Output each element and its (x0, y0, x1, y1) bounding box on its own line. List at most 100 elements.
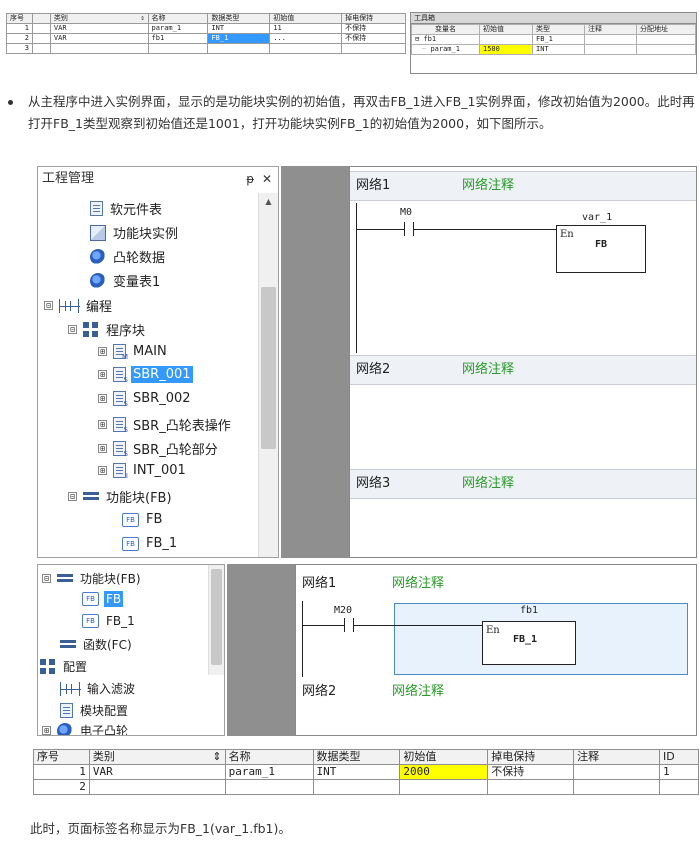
tree-item-input-filter[interactable]: 输入滤波 (60, 679, 137, 698)
tree-item-main[interactable]: ⊞ M MAIN (98, 343, 169, 361)
scroll-up-icon[interactable]: ▲ (259, 197, 278, 206)
tree-item-module-config[interactable]: 模块配置 (60, 701, 130, 720)
col-header-category[interactable]: 类别 ⇕ (49, 13, 149, 24)
tree-item-sbr-cam-table[interactable]: ⊞ S SBR_凸轮表操作 (98, 414, 233, 435)
tree-item-functions[interactable]: 函数(FC) (60, 635, 134, 654)
cell-type[interactable]: INT (312, 764, 401, 780)
tree-item-fb[interactable]: FB FB (82, 591, 124, 607)
col-header-init[interactable]: 初始值 (269, 13, 343, 24)
tree-item-program-blocks[interactable]: ⊟ 程序块 (68, 319, 147, 340)
collapse-icon[interactable]: ⊟ (68, 492, 77, 501)
function-block[interactable]: En FB (556, 225, 646, 273)
col-header-type[interactable]: 数据类型 (312, 749, 401, 765)
table-row[interactable]: 2 (33, 779, 699, 795)
cell-init-highlighted[interactable]: 2000 (399, 764, 489, 780)
scroll-thumb[interactable] (261, 287, 276, 449)
scroll-thumb[interactable] (211, 569, 222, 665)
network-header-3[interactable]: 网络3 网络注释 (350, 469, 696, 499)
expand-icon[interactable]: ⊞ (98, 466, 107, 475)
col-header-no[interactable]: 序号 (6, 13, 33, 24)
normally-open-contact[interactable] (344, 618, 354, 632)
col-header-type[interactable]: 数据类型 (207, 13, 271, 24)
tree-item-config[interactable]: 配置 (40, 657, 89, 676)
sort-icon[interactable]: ⇕ (212, 751, 221, 764)
cell-category[interactable]: VAR (88, 764, 226, 780)
col-header-id[interactable]: ID (659, 749, 699, 765)
function-block[interactable]: En FB_1 (482, 621, 576, 665)
col-header-init[interactable]: 初始值 (479, 24, 533, 35)
expand-icon[interactable]: ⊞ (98, 347, 107, 356)
cell-init[interactable]: ... (269, 33, 343, 44)
table-row[interactable]: ⊟ fb1 FB_1 (411, 34, 696, 45)
cell-retain[interactable]: 不保持 (341, 23, 406, 34)
expand-icon[interactable]: ⊞ (98, 370, 107, 379)
cell-type-selected[interactable]: FB_1 (207, 33, 271, 44)
cell-type[interactable]: INT (207, 23, 271, 34)
tree-item-sbr-cam-part[interactable]: ⊞ S SBR_凸轮部分 (98, 438, 220, 459)
tree-scrollbar[interactable] (208, 565, 224, 675)
tree-item-sbr-001[interactable]: ⊞ S SBR_001 (98, 366, 193, 384)
expand-icon[interactable]: ⊞ (98, 444, 107, 453)
tree-item-device-table[interactable]: 软元件表 (90, 198, 164, 219)
cell-retain[interactable]: 不保持 (487, 764, 575, 780)
col-header-name[interactable]: 名称 (147, 13, 209, 24)
cell-init[interactable] (479, 34, 533, 45)
network-header-2[interactable]: 网络2 网络注释 (350, 355, 696, 385)
col-header-retain[interactable]: 掉电保持 (341, 13, 406, 24)
col-header-init[interactable]: 初始值 (399, 749, 489, 765)
tree-item-fb[interactable]: FB FB (122, 511, 164, 528)
ladder-editor-2[interactable]: 网络1 网络注释 M20 fb1 En FB_1 网络2 网络注释 (295, 564, 697, 736)
col-header-retain[interactable]: 掉电保持 (487, 749, 575, 765)
col-header-comment[interactable]: 注释 (573, 749, 660, 765)
network-header-2[interactable]: 网络2 网络注释 (296, 677, 696, 707)
ladder-editor-1[interactable]: 网络1 网络注释 M0 var_1 En FB 网络2 网络注释 网络3 网络注释 (349, 166, 697, 558)
tree-item-function-blocks[interactable]: ⊟ 功能块(FB) (68, 486, 174, 507)
tree-item-sbr-002[interactable]: ⊞ S SBR_002 (98, 390, 193, 408)
tree-item-int-001[interactable]: ⊞ I INT_001 (98, 462, 188, 480)
collapse-icon[interactable]: ⊟ (415, 36, 419, 44)
table-row[interactable]: 2 VAR fb1 FB_1 ... 不保持 (6, 33, 406, 44)
col-header-category[interactable]: 类别 ⇕ (88, 749, 226, 765)
normally-open-contact[interactable] (404, 222, 414, 236)
collapse-icon[interactable]: ⊟ (68, 325, 77, 334)
tree-item-programming[interactable]: ⊟ 编程 (44, 295, 114, 316)
col-header-comment[interactable]: 注释 (584, 24, 637, 35)
tree-item-cam-data[interactable]: 凸轮数据 (90, 246, 167, 267)
cell-comment[interactable] (573, 764, 660, 780)
collapse-icon[interactable]: ⊟ (44, 301, 53, 310)
tree-item-function-blocks[interactable]: ⊟ 功能块(FB) (42, 569, 143, 588)
network-header-1[interactable]: 网络1 网络注释 (350, 171, 696, 201)
cell-init-highlighted[interactable]: 1500 (479, 44, 533, 55)
cell-retain[interactable]: 不保持 (341, 33, 406, 44)
collapse-icon[interactable]: ⊟ (42, 574, 51, 583)
col-header-name[interactable]: 名称 (224, 749, 314, 765)
table-row[interactable]: 1 VAR param_1 INT 2000 不保持 1 (33, 764, 699, 780)
cell-type[interactable]: FB_1 (532, 34, 585, 45)
cell-category[interactable]: VAR (49, 33, 149, 44)
tree-item-var-table[interactable]: 变量表1 (90, 270, 162, 291)
table-row[interactable]: 3 (6, 43, 406, 54)
cell-name[interactable]: param_1 (224, 764, 314, 780)
cell-name[interactable]: fb1 (147, 33, 209, 44)
sort-icon[interactable]: ⇕ (140, 15, 144, 23)
pin-icon[interactable]: ᵽ (246, 172, 254, 186)
cell-type[interactable]: INT (532, 44, 585, 55)
col-header-varname[interactable]: 变量名 (411, 24, 480, 35)
tree-item-fb-1[interactable]: FB FB_1 (122, 535, 179, 552)
expand-icon[interactable]: ⊞ (42, 726, 51, 735)
network-header-1[interactable]: 网络1 网络注释 (296, 569, 696, 599)
close-icon[interactable]: ✕ (262, 172, 272, 186)
cell-category[interactable]: VAR (49, 23, 149, 34)
tree-item-fb-1[interactable]: FB FB_1 (82, 613, 137, 629)
col-header-address[interactable]: 分配地址 (636, 24, 696, 35)
tree-item-e-cam[interactable]: ⊞ 电子凸轮 (42, 721, 130, 735)
table-row[interactable]: 1 VAR param_1 INT 11 不保持 (6, 23, 406, 34)
col-header-type[interactable]: 类型 (532, 24, 585, 35)
expand-icon[interactable]: ⊞ (98, 394, 107, 403)
tree-scrollbar[interactable]: ▲ (258, 193, 278, 557)
expand-icon[interactable]: ⊞ (98, 420, 107, 429)
col-header-no[interactable]: 序号 (33, 749, 90, 765)
table-row[interactable]: ┈ param_1 1500 INT (411, 44, 696, 55)
cell-init[interactable]: 11 (269, 23, 343, 34)
tree-item-fb-instance[interactable]: 功能块实例 (90, 222, 180, 243)
